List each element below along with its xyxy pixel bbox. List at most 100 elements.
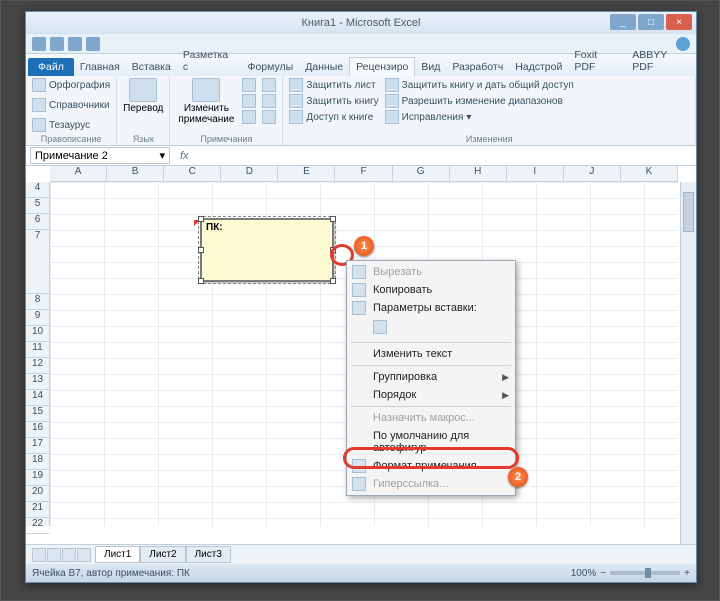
col-G[interactable]: G	[393, 166, 450, 181]
show-comment[interactable]	[262, 78, 276, 92]
row-11[interactable]: 11	[26, 342, 49, 358]
tab-layout[interactable]: Разметка с	[177, 46, 242, 76]
tab-view[interactable]: Вид	[415, 58, 446, 76]
thesaurus-button[interactable]: Тезаурус	[32, 118, 90, 132]
row-12[interactable]: 12	[26, 358, 49, 374]
row-10[interactable]: 10	[26, 326, 49, 342]
col-E[interactable]: E	[278, 166, 335, 181]
tab-data[interactable]: Данные	[299, 58, 349, 76]
spelling-button[interactable]: Орфография	[32, 78, 110, 92]
research-button[interactable]: Справочники	[32, 98, 110, 112]
row-19[interactable]: 19	[26, 470, 49, 486]
sheet-nav-next[interactable]	[62, 548, 76, 562]
sheet-tab-3[interactable]: Лист3	[186, 546, 231, 563]
row-4[interactable]: 4	[26, 182, 49, 198]
undo-icon[interactable]	[68, 37, 82, 51]
menu-default[interactable]: По умолчанию для автофигур	[347, 427, 515, 457]
menu-group[interactable]: Группировка▶	[347, 368, 515, 386]
resize-handle[interactable]	[330, 216, 336, 222]
scroll-thumb[interactable]	[683, 192, 694, 232]
menu-order[interactable]: Порядок▶	[347, 386, 515, 404]
row-22[interactable]: 22	[26, 518, 49, 534]
col-F[interactable]: F	[335, 166, 392, 181]
col-J[interactable]: J	[564, 166, 621, 181]
menu-edit-text[interactable]: Изменить текст	[347, 345, 515, 363]
row-8[interactable]: 8	[26, 294, 49, 310]
close-button[interactable]: ×	[666, 14, 692, 30]
minimize-button[interactable]: _	[610, 14, 636, 30]
tab-file[interactable]: Файл	[28, 58, 74, 76]
sheet-tab-2[interactable]: Лист2	[140, 546, 185, 563]
tab-addins[interactable]: Надстрой	[509, 58, 568, 76]
comment-shape[interactable]: ПК:	[200, 218, 334, 282]
col-I[interactable]: I	[507, 166, 564, 181]
tab-abbyy[interactable]: ABBYY PDF	[626, 46, 696, 76]
row-13[interactable]: 13	[26, 374, 49, 390]
save-icon[interactable]	[50, 37, 64, 51]
row-14[interactable]: 14	[26, 390, 49, 406]
row-15[interactable]: 15	[26, 406, 49, 422]
tab-formulas[interactable]: Формулы	[241, 58, 299, 76]
row-20[interactable]: 20	[26, 486, 49, 502]
resize-handle[interactable]	[198, 278, 204, 284]
sheet-nav-first[interactable]	[32, 548, 46, 562]
sheet-tab-1[interactable]: Лист1	[95, 546, 140, 563]
vertical-scrollbar[interactable]	[680, 182, 696, 544]
menu-paste-options[interactable]: Параметры вставки:	[347, 299, 515, 317]
menu-format-comment[interactable]: Формат примечания...	[347, 457, 515, 475]
row-17[interactable]: 17	[26, 438, 49, 454]
show-ink[interactable]	[262, 110, 276, 124]
name-box[interactable]: Примечание 2▾	[30, 147, 170, 164]
row-18[interactable]: 18	[26, 454, 49, 470]
sheet-nav-prev[interactable]	[47, 548, 61, 562]
zoom-slider[interactable]	[610, 571, 680, 575]
protect-sheet[interactable]: Защитить лист	[289, 78, 378, 92]
status-bar: Ячейка B7, автор примечания: ПК 100% − +	[26, 564, 696, 582]
comment-text[interactable]: ПК:	[202, 220, 332, 235]
tab-home[interactable]: Главная	[74, 58, 126, 76]
col-B[interactable]: B	[107, 166, 164, 181]
allow-ranges[interactable]: Разрешить изменение диапазонов	[385, 94, 574, 108]
tab-foxit[interactable]: Foxit PDF	[568, 46, 626, 76]
zoom-value[interactable]: 100%	[571, 568, 597, 579]
edit-comment-button[interactable]: Изменить примечание	[176, 78, 236, 125]
zoom-in-button[interactable]: +	[684, 568, 690, 579]
track-changes[interactable]: Исправления ▾	[385, 110, 574, 124]
zoom-out-button[interactable]: −	[600, 568, 606, 579]
paste-option[interactable]	[347, 317, 515, 340]
paste-default-icon	[373, 320, 387, 334]
resize-handle[interactable]	[330, 278, 336, 284]
row-21[interactable]: 21	[26, 502, 49, 518]
tab-review[interactable]: Рецензиро	[349, 57, 415, 76]
col-K[interactable]: K	[621, 166, 678, 181]
col-H[interactable]: H	[450, 166, 507, 181]
row-16[interactable]: 16	[26, 422, 49, 438]
maximize-button[interactable]: □	[638, 14, 664, 30]
protect-book[interactable]: Защитить книгу	[289, 94, 378, 108]
row-6[interactable]: 6	[26, 214, 49, 230]
prev-comment[interactable]	[242, 94, 256, 108]
tab-dev[interactable]: Разработч	[446, 58, 509, 76]
col-D[interactable]: D	[221, 166, 278, 181]
share-book[interactable]: Доступ к книге	[289, 110, 378, 124]
row-9[interactable]: 9	[26, 310, 49, 326]
sheet-nav-last[interactable]	[77, 548, 91, 562]
row-5[interactable]: 5	[26, 198, 49, 214]
delete-comment[interactable]	[242, 78, 256, 92]
translate-button[interactable]: Перевод	[123, 78, 163, 114]
show-all[interactable]	[262, 94, 276, 108]
resize-handle[interactable]	[330, 247, 336, 253]
row-7[interactable]: 7	[26, 230, 49, 294]
redo-icon[interactable]	[86, 37, 100, 51]
col-C[interactable]: C	[164, 166, 221, 181]
next-comment[interactable]	[242, 110, 256, 124]
chevron-down-icon[interactable]: ▾	[159, 149, 165, 162]
menu-copy[interactable]: Копировать	[347, 281, 515, 299]
resize-handle[interactable]	[198, 247, 204, 253]
spreadsheet-grid[interactable]: A B C D E F G H I J K 4 5 6 7 8 9 10 11 …	[26, 166, 696, 544]
protect-share[interactable]: Защитить книгу и дать общий доступ	[385, 78, 574, 92]
fx-icon[interactable]: fx	[174, 150, 195, 162]
tab-insert[interactable]: Вставка	[126, 58, 177, 76]
resize-handle[interactable]	[198, 216, 204, 222]
col-A[interactable]: A	[50, 166, 107, 181]
